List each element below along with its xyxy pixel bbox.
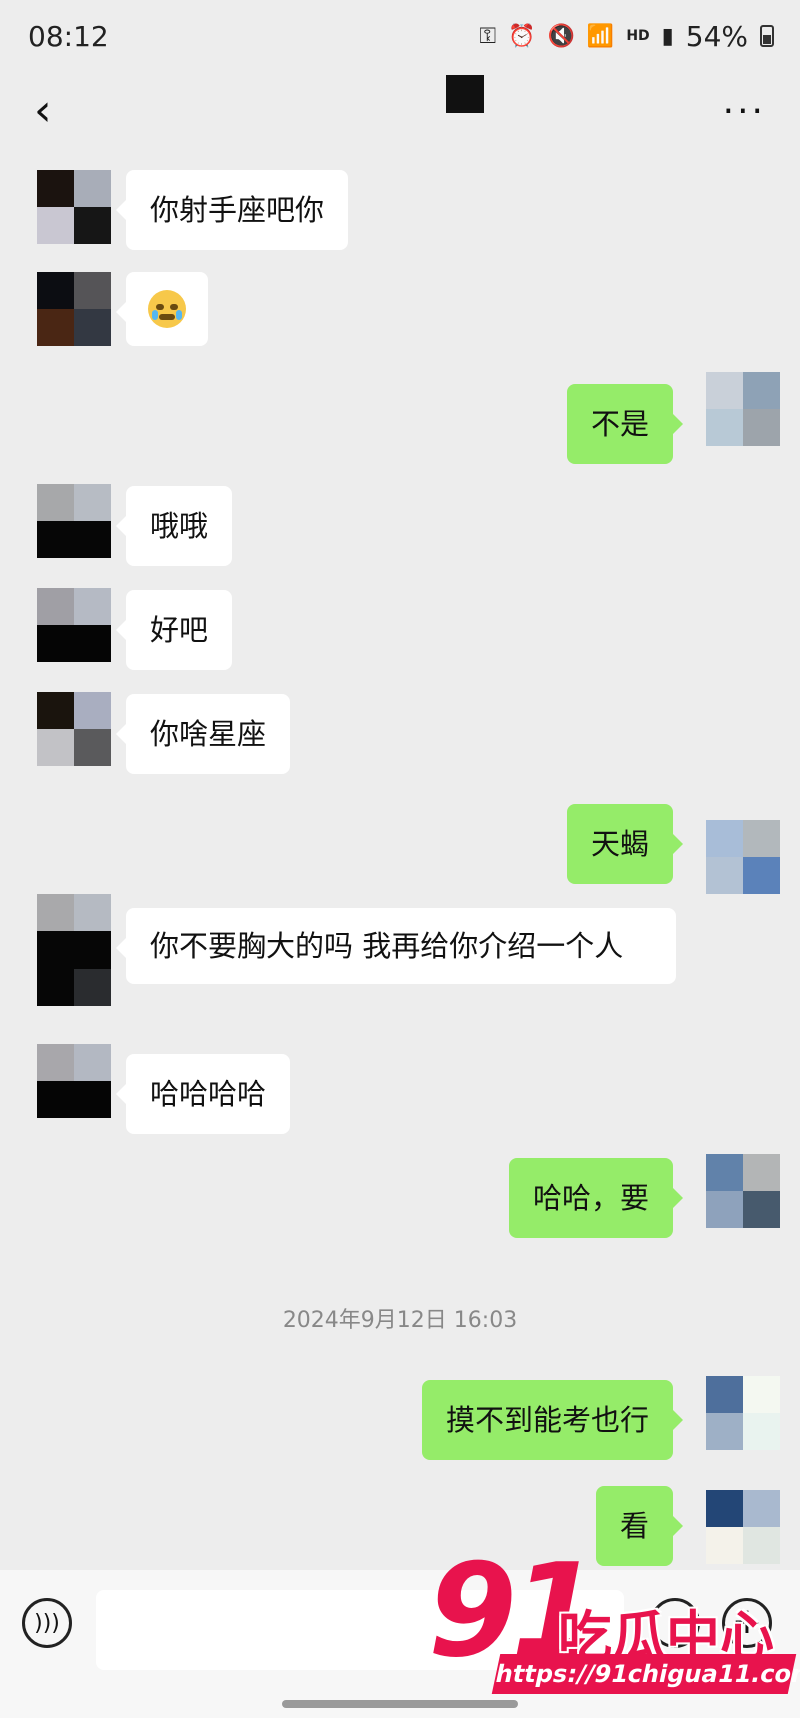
avatar[interactable]	[37, 272, 111, 346]
avatar[interactable]	[37, 484, 111, 558]
avatar[interactable]	[706, 372, 780, 446]
outgoing-bubble[interactable]: 摸不到能考也行	[421, 1380, 684, 1460]
incoming-bubble[interactable]: 你射手座吧你	[115, 170, 349, 250]
incoming-bubble[interactable]: 你啥星座	[115, 694, 291, 774]
chat-header: ‹ ···	[0, 72, 800, 150]
crying-face-emoji	[148, 290, 186, 328]
avatar[interactable]	[37, 170, 111, 244]
battery-percent: 54%	[685, 19, 748, 53]
outgoing-bubble[interactable]: 哈哈，要	[508, 1158, 684, 1238]
message-timestamp: 2024年9月12日 16:03	[282, 1308, 518, 1333]
mute-icon: 🔇	[547, 23, 575, 49]
avatar[interactable]	[706, 1490, 780, 1564]
outgoing-bubble[interactable]: 看	[595, 1486, 684, 1566]
more-button[interactable]: ···	[723, 91, 766, 132]
chat-title-redacted	[446, 75, 484, 113]
incoming-bubble[interactable]: 哦哦	[115, 486, 233, 566]
hd-label: HD	[626, 28, 650, 44]
incoming-bubble[interactable]	[116, 272, 208, 346]
status-bar: 08:12 ⚿ ⏰ 🔇 📶 HD ▮ 54%	[0, 0, 800, 72]
avatar[interactable]	[37, 692, 111, 766]
alarm-icon: ⏰	[508, 23, 536, 49]
wifi-icon: 📶	[586, 23, 615, 49]
avatar[interactable]	[706, 820, 780, 894]
outgoing-bubble[interactable]: 不是	[566, 384, 684, 464]
status-icons: ⚿ ⏰ 🔇 📶 HD ▮ 54%	[479, 20, 774, 53]
incoming-bubble[interactable]: 你不要胸大的吗 我再给你介绍一个人	[116, 908, 676, 984]
message-list[interactable]: 你射手座吧你 不是 哦哦 好吧 你啥星座 天蝎 你不要胸大的吗 我再给你介绍一个…	[0, 150, 800, 1570]
voice-icon[interactable]: )))	[22, 1598, 72, 1648]
emoji-tear	[176, 310, 182, 320]
emoji-tear	[152, 310, 158, 320]
avatar[interactable]	[37, 1044, 111, 1118]
chevron-left-icon[interactable]: ‹	[34, 89, 52, 133]
incoming-bubble[interactable]: 哈哈哈哈	[115, 1054, 291, 1134]
outgoing-bubble[interactable]: 天蝎	[566, 804, 684, 884]
incoming-bubble[interactable]: 好吧	[115, 590, 233, 670]
status-time: 08:12	[28, 19, 109, 53]
avatar[interactable]	[37, 588, 111, 662]
avatar[interactable]	[37, 894, 111, 1006]
signal-icon: ▮	[661, 23, 674, 49]
emoji-mouth	[159, 314, 175, 320]
key-icon: ⚿	[479, 23, 497, 49]
battery-icon	[760, 25, 774, 47]
avatar[interactable]	[706, 1376, 780, 1450]
watermark-url: https://91chigua11.com	[491, 1654, 800, 1694]
avatar[interactable]	[706, 1154, 780, 1228]
watermark: 91 吃瓜中心 https://91chigua11.com	[428, 1548, 800, 1718]
